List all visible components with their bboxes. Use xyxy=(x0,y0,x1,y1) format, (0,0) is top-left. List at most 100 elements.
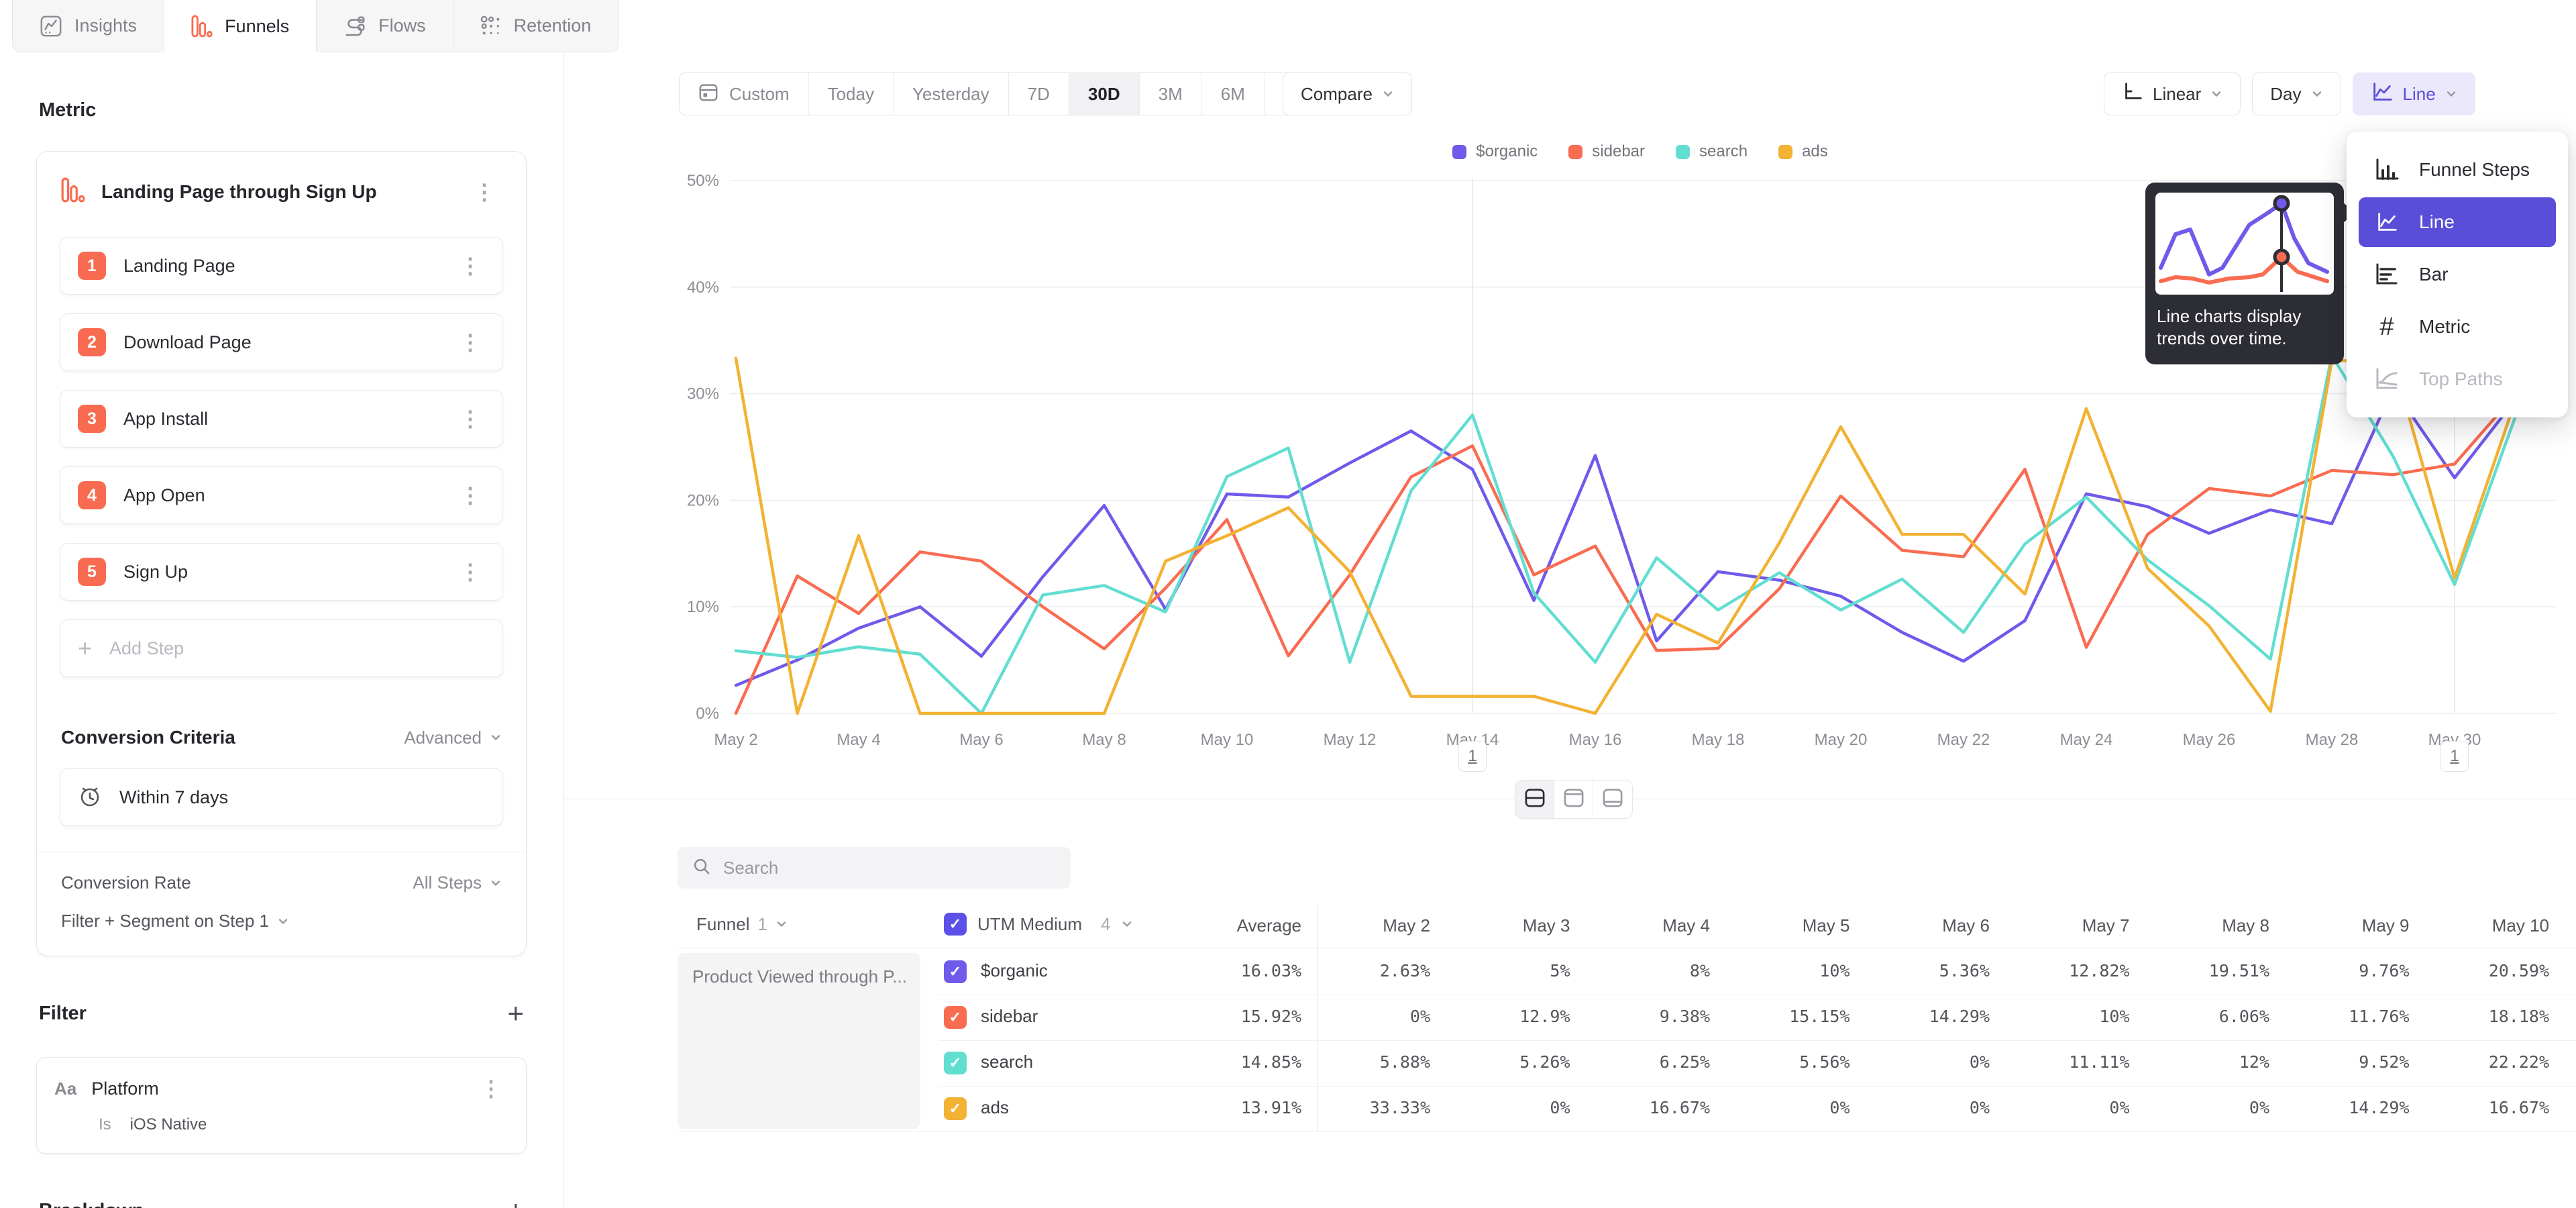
svg-text:May 26: May 26 xyxy=(2183,731,2236,749)
breakdown-column-header[interactable]: ✓ UTM Medium 4 xyxy=(944,905,1133,944)
date-column-header: May 9 xyxy=(2281,915,2410,936)
cell-value: 12.9% xyxy=(1442,1007,1570,1026)
average-value: 14.85% xyxy=(1173,1052,1301,1072)
date-column-header: May 4 xyxy=(1581,915,1710,936)
flows-icon xyxy=(343,15,366,38)
breakdown-col-label: UTM Medium xyxy=(977,914,1082,935)
row-checkbox[interactable]: ✓ xyxy=(944,1006,967,1029)
funnel-col-count: 1 xyxy=(758,914,767,935)
series-line-ads[interactable] xyxy=(736,358,2516,713)
compare-button[interactable]: Compare xyxy=(1283,72,1412,115)
date-column-header: May 3 xyxy=(1442,915,1570,936)
scale-dropdown-button[interactable]: Linear xyxy=(2104,72,2241,115)
svg-text:May 22: May 22 xyxy=(1937,731,1990,749)
range-today[interactable]: Today xyxy=(809,73,894,115)
date-column-header: May 8 xyxy=(2141,915,2269,936)
cell-value: 9.38% xyxy=(1581,1007,1710,1026)
funnel-trend-line-chart[interactable]: 0%10%20%30%40%50%May 2May 4May 6May 8May… xyxy=(0,0,2576,812)
table-only-view-button[interactable] xyxy=(1593,781,1632,818)
cell-value: 5.88% xyxy=(1301,1052,1430,1072)
date-column-header: May 7 xyxy=(2001,915,2130,936)
range-label: 6M xyxy=(1221,84,1245,105)
svg-text:20%: 20% xyxy=(687,491,719,509)
svg-text:May 4: May 4 xyxy=(837,731,880,749)
range-yesterday[interactable]: Yesterday xyxy=(894,73,1009,115)
menu-item-label: Bar xyxy=(2419,264,2449,285)
funnel-column-header[interactable]: Funnel 1 xyxy=(696,905,788,944)
row-checkbox[interactable]: ✓ xyxy=(944,960,967,983)
tab-label: Retention xyxy=(514,15,592,36)
row-checkbox[interactable]: ✓ xyxy=(944,1052,967,1074)
table-row-ads[interactable]: ✓ads13.91%33.33%0%16.67%0%0%0%0%14.29%16… xyxy=(0,1086,2576,1131)
filter-segment-dropdown[interactable]: Filter + Segment on Step 1 xyxy=(60,911,503,933)
chart-type-tooltip: Line charts display trends over time. xyxy=(2145,183,2344,364)
cell-value: 19.51% xyxy=(2141,961,2269,980)
interval-dropdown-button[interactable]: Day xyxy=(2252,72,2341,115)
annotation-badge-may-30[interactable]: 1 xyxy=(2440,741,2469,772)
svg-text:May 12: May 12 xyxy=(1324,731,1377,749)
bar-chart-icon xyxy=(2372,262,2402,287)
range-3m[interactable]: 3M xyxy=(1140,73,1202,115)
svg-text:May 28: May 28 xyxy=(2306,731,2359,749)
cell-value: 22.22% xyxy=(2420,1052,2549,1072)
chart-only-view-button[interactable] xyxy=(1554,781,1593,818)
funnel-steps-icon xyxy=(2372,157,2402,183)
tab-label: Insights xyxy=(74,15,137,36)
search-input[interactable] xyxy=(723,858,1056,878)
linear-scale-icon xyxy=(2122,81,2143,107)
cell-value: 12% xyxy=(2141,1052,2269,1072)
tab-funnels[interactable]: Funnels xyxy=(164,0,317,52)
table-row-search[interactable]: ✓search14.85%5.88%5.26%6.25%5.56%0%11.11… xyxy=(0,1040,2576,1086)
check-icon: ✓ xyxy=(949,1100,961,1117)
breakdown-heading-row: Breakdown + xyxy=(39,1197,524,1208)
search-icon xyxy=(692,857,711,879)
chevron-down-icon xyxy=(277,915,289,927)
split-view-button[interactable] xyxy=(1515,781,1554,818)
cell-value: 10% xyxy=(2001,1007,2130,1026)
svg-text:40%: 40% xyxy=(687,279,719,297)
range-6m[interactable]: 6M xyxy=(1202,73,1265,115)
row-checkbox[interactable]: ✓ xyxy=(944,1097,967,1120)
table-row-sidebar[interactable]: ✓sidebar15.92%0%12.9%9.38%15.15%14.29%10… xyxy=(0,995,2576,1040)
chevron-down-icon xyxy=(1382,88,1394,100)
range-7d[interactable]: 7D xyxy=(1009,73,1069,115)
series-line-search[interactable] xyxy=(736,355,2516,713)
svg-text:0%: 0% xyxy=(696,705,719,723)
chevron-down-icon xyxy=(2311,88,2323,100)
cell-value: 5.56% xyxy=(1721,1052,1850,1072)
cell-value: 6.06% xyxy=(2141,1007,2269,1026)
range-custom[interactable]: Custom xyxy=(680,73,809,115)
cell-value: 0% xyxy=(1721,1098,1850,1117)
cell-value: 10% xyxy=(1721,961,1850,980)
funnels-analytics-app: InsightsFunnelsFlowsRetention Metric Lan… xyxy=(0,0,2576,1208)
cell-value: 5.26% xyxy=(1442,1052,1570,1072)
tab-flows[interactable]: Flows xyxy=(317,0,453,52)
chevron-down-icon xyxy=(1121,918,1133,930)
menu-item-metric[interactable]: #Metric xyxy=(2359,302,2556,352)
menu-item-label: Line xyxy=(2419,211,2455,233)
select-all-checkbox[interactable]: ✓ xyxy=(944,913,967,936)
date-column-header: May 2 xyxy=(1301,915,1430,936)
conversion-rate-dropdown[interactable]: All Steps xyxy=(413,872,502,893)
chart-type-dropdown-button[interactable]: Line xyxy=(2353,72,2475,115)
menu-item-line[interactable]: Line xyxy=(2359,197,2556,247)
menu-item-top-paths: Top Paths xyxy=(2359,354,2556,404)
menu-item-label: Top Paths xyxy=(2419,368,2503,390)
chart-only-view-icon xyxy=(1563,788,1585,811)
filter-segment-label: Filter + Segment on Step 1 xyxy=(61,911,269,932)
annotation-badge-may-14[interactable]: 1 xyxy=(1458,741,1487,772)
menu-item-bar[interactable]: Bar xyxy=(2359,250,2556,299)
cell-value: 0% xyxy=(1301,1007,1430,1026)
menu-item-funnel-steps[interactable]: Funnel Steps xyxy=(2359,145,2556,195)
range-30d[interactable]: 30D xyxy=(1069,73,1140,115)
add-breakdown-button[interactable]: + xyxy=(507,1197,524,1208)
table-row-organic[interactable]: ✓$organic16.03%2.63%5%8%10%5.36%12.82%19… xyxy=(0,949,2576,995)
tab-retention[interactable]: Retention xyxy=(453,0,619,52)
date-column-header: May 10 xyxy=(2420,915,2549,936)
date-column-header: May 5 xyxy=(1721,915,1850,936)
series-name: sidebar xyxy=(981,1006,1038,1027)
cell-value: 5.36% xyxy=(1861,961,1990,980)
tab-insights[interactable]: Insights xyxy=(12,0,164,52)
line-chart-icon xyxy=(2372,211,2402,234)
cell-value: 6.25% xyxy=(1581,1052,1710,1072)
